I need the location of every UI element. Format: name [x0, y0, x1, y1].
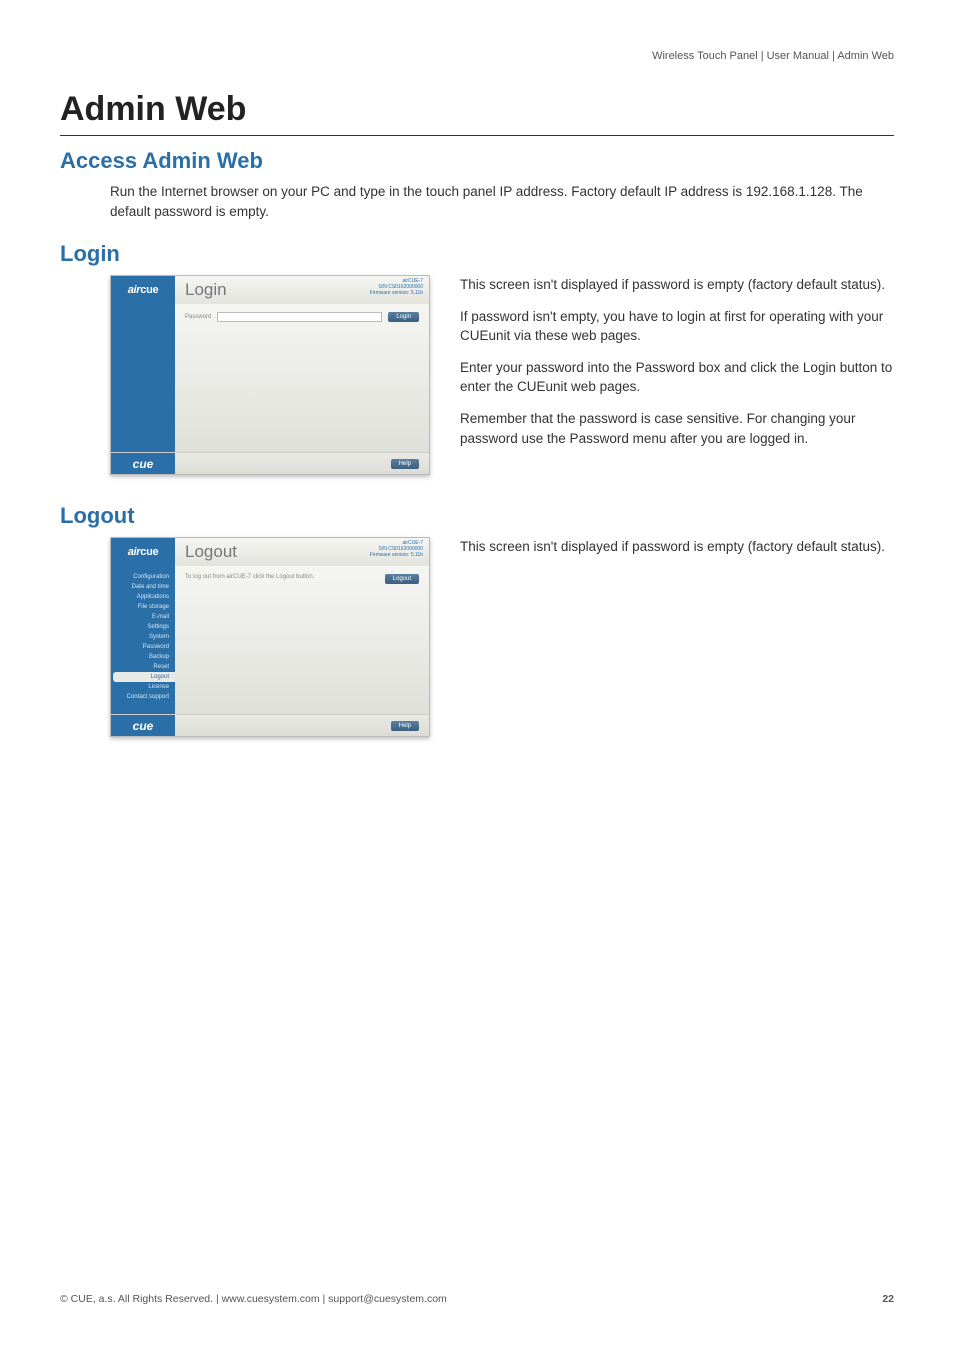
sidebar-item[interactable]: File storage: [111, 602, 175, 612]
login-p3: Enter your password into the Password bo…: [460, 358, 894, 397]
login-description: This screen isn't displayed if password …: [460, 275, 894, 475]
window-title: Login: [175, 276, 349, 304]
meta-firmware: Firmware version: 5.11b: [349, 290, 423, 296]
help-button[interactable]: Help: [391, 721, 419, 731]
window-title: Logout: [175, 538, 349, 566]
logout-window: aircue Logout airCUE-7 S/N CS0162000000 …: [110, 537, 430, 737]
sidebar-item[interactable]: Reset: [111, 662, 175, 672]
heading-access: Access Admin Web: [60, 148, 894, 174]
login-window: aircue Login airCUE-7 S/N CS0162000000 F…: [110, 275, 430, 475]
page-title: Admin Web: [60, 90, 894, 136]
login-button[interactable]: Login: [388, 312, 419, 322]
cue-brand: cue: [111, 453, 175, 474]
window-meta: airCUE-7 S/N CS0162000000 Firmware versi…: [349, 538, 429, 566]
heading-logout: Logout: [60, 503, 894, 529]
access-text: Run the Internet browser on your PC and …: [110, 182, 894, 221]
help-button[interactable]: Help: [391, 459, 419, 469]
login-p1: This screen isn't displayed if password …: [460, 275, 894, 295]
sidebar-item[interactable]: Backup: [111, 652, 175, 662]
cue-brand: cue: [111, 715, 175, 736]
cue-logo: cue: [133, 457, 154, 471]
logout-text: To log out from airCUE-7 click the Logou…: [185, 574, 314, 580]
aircue-logo: aircue: [128, 284, 159, 296]
sidebar-item[interactable]: Logout: [113, 672, 175, 682]
password-label: Password: [185, 314, 211, 320]
sidebar-item[interactable]: Password: [111, 642, 175, 652]
login-p2: If password isn't empty, you have to log…: [460, 307, 894, 346]
logout-button[interactable]: Logout: [385, 574, 419, 584]
sidebar-item[interactable]: Configuration: [111, 572, 175, 582]
window-meta: airCUE-7 S/N CS0162000000 Firmware versi…: [349, 276, 429, 304]
sidebar-item[interactable]: Date and time: [111, 582, 175, 592]
cue-logo: cue: [133, 719, 154, 733]
aircue-logo: aircue: [128, 546, 159, 558]
sidebar-item[interactable]: E-mail: [111, 612, 175, 622]
heading-login: Login: [60, 241, 894, 267]
sidebar-item[interactable]: Applications: [111, 592, 175, 602]
page-number: 22: [882, 1293, 894, 1305]
logout-p1: This screen isn't displayed if password …: [460, 537, 894, 557]
login-p4: Remember that the password is case sensi…: [460, 409, 894, 448]
sidebar-empty: [111, 304, 175, 452]
sidebar-item[interactable]: Settings: [111, 622, 175, 632]
brand-cell: aircue: [111, 276, 175, 304]
footer-left: © CUE, a.s. All Rights Reserved. | www.c…: [60, 1293, 447, 1305]
password-input[interactable]: [217, 312, 382, 322]
brand-cell: aircue: [111, 538, 175, 566]
breadcrumb: Wireless Touch Panel | User Manual | Adm…: [60, 50, 894, 62]
meta-firmware: Firmware version: 5.11b: [349, 552, 423, 558]
sidebar: ConfigurationDate and timeApplicationsFi…: [111, 566, 175, 714]
page-footer: © CUE, a.s. All Rights Reserved. | www.c…: [60, 1293, 894, 1305]
logout-description: This screen isn't displayed if password …: [460, 537, 894, 737]
sidebar-item[interactable]: License: [111, 682, 175, 692]
sidebar-item[interactable]: System: [111, 632, 175, 642]
sidebar-item[interactable]: Contact support: [111, 692, 175, 702]
